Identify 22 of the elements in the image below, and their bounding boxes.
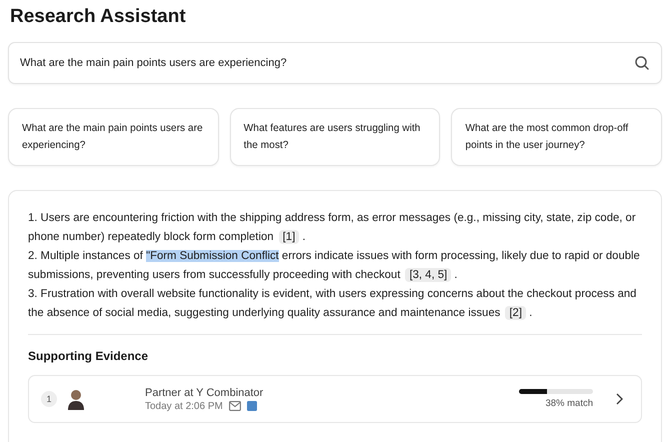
search-icon[interactable] [634,55,650,71]
page-title: Research Assistant [9,5,187,29]
suggestion-card[interactable]: What are the most common drop-off points in the user journey? [451,108,662,166]
avatar-icon [67,388,85,410]
citation-chip[interactable]: [1] [278,230,300,244]
match-label: 38% match [545,398,593,409]
mail-icon[interactable] [228,401,241,411]
citation-chip[interactable]: [3, 4, 5] [405,268,452,282]
citation-chip[interactable]: [2] [505,306,526,320]
search-field[interactable]: What are the main pain points users are experiencing? [8,42,662,84]
answer-paragraph: 1. Users are encountering friction with the shipping address form, as error messages (e.g., missing city, state, zip code, or phone number) repeatedly block form completion [1] . [28,211,637,246]
answer-paragraph: 2. Multiple instances of "Form Submission Conflict errors indicate issues with form processing, likely due to rapid or double submissions, preventing users from successfully proceeding with checkout [3, 4, 5] . [28,249,641,284]
person-role: Partner at Y Combinator [145,386,264,398]
chevron-right-icon[interactable] [615,393,623,405]
suggestion-card[interactable]: What are the main pain points users are experiencing? [8,108,219,166]
section-heading: Supporting Evidence [28,349,150,363]
answer-paragraph: 3. Frustration with overall website functionality is evident, with users expressing concerns about the checkout process and the absence of social media, suggesting underlying quality assurance and maintenance issues [2] . [28,287,638,322]
profile-icon[interactable] [246,401,257,411]
suggestion-card[interactable]: What features are users struggling with the most? [230,108,440,166]
timestamp: Today at 2:06 PM [145,400,223,412]
evidence-row[interactable]: 1 Partner at Y Combinator Today at 2:06 PM 38% match [28,375,642,423]
index-badge: 1 [41,391,57,407]
